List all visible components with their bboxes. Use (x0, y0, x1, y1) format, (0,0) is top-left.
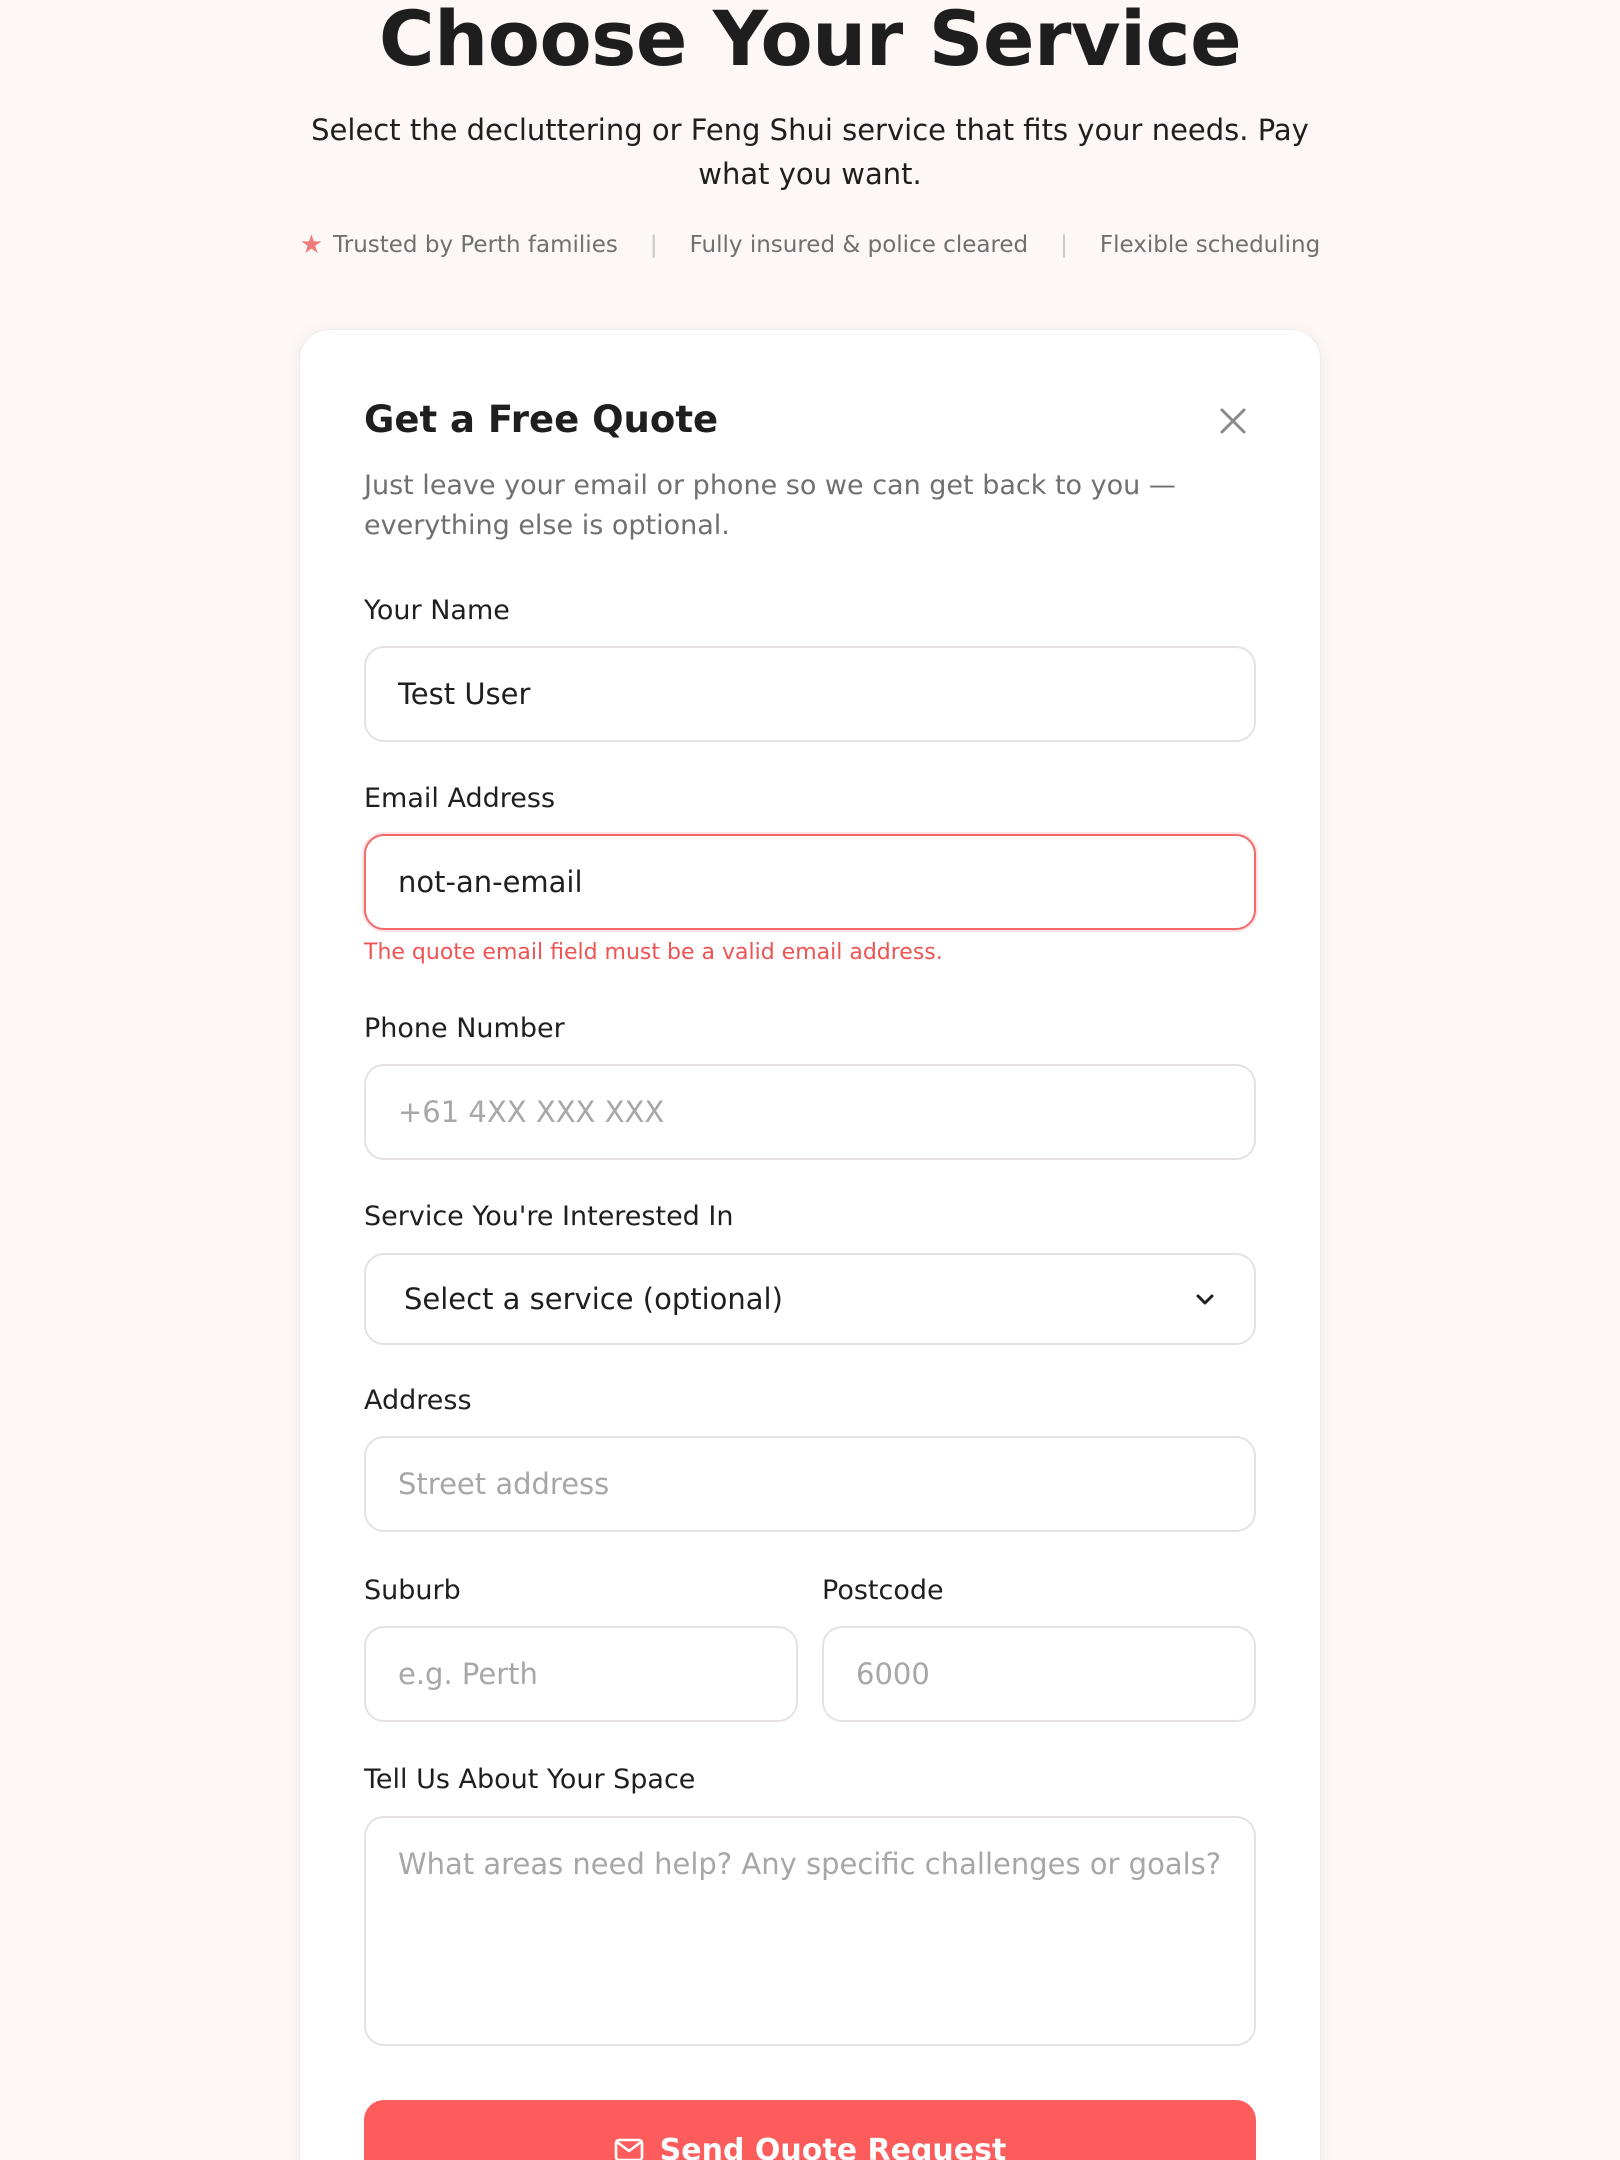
space-textarea[interactable] (364, 1816, 1256, 2046)
page: Choose Your Service Select the declutter… (0, 0, 1620, 2160)
email-input[interactable] (364, 834, 1256, 930)
postcode-input[interactable] (822, 1626, 1256, 1722)
send-quote-label: Send Quote Request (659, 2132, 1007, 2160)
star-icon: ★ (299, 230, 324, 260)
trust-item-insured: Fully insured & police cleared (689, 232, 1029, 258)
name-input[interactable] (364, 646, 1256, 742)
separator: | (1060, 232, 1068, 258)
trust-row: ★ Trusted by Perth families | Fully insu… (0, 230, 1620, 260)
postcode-label: Postcode (822, 1575, 944, 1606)
separator: | (649, 232, 658, 258)
service-select-value: Select a service (optional) (404, 1282, 783, 1316)
page-title: Choose Your Service (378, 0, 1242, 83)
page-subtitle: Select the decluttering or Feng Shui ser… (311, 113, 1309, 191)
space-label: Tell Us About Your Space (364, 1764, 696, 1795)
send-quote-button[interactable]: Send Quote Request (364, 2100, 1256, 2160)
service-select[interactable]: Select a service (optional) (364, 1253, 1256, 1345)
close-icon (1220, 408, 1246, 434)
chevron-down-icon (1196, 1294, 1214, 1305)
quote-form-card: Get a Free Quote Just leave your email o… (299, 329, 1321, 2160)
address-input[interactable] (364, 1436, 1256, 1532)
email-error-message: The quote email field must be a valid em… (364, 940, 943, 965)
suburb-label: Suburb (364, 1575, 461, 1606)
trust-item-families: Trusted by Perth families (333, 232, 618, 258)
email-label: Email Address (364, 783, 556, 814)
phone-label: Phone Number (364, 1013, 565, 1044)
form-description: Just leave your email or phone so we can… (364, 470, 1176, 541)
address-label: Address (364, 1385, 472, 1416)
suburb-input[interactable] (364, 1626, 798, 1722)
service-label: Service You're Interested In (364, 1201, 734, 1232)
trust-item-scheduling: Flexible scheduling (1099, 232, 1321, 258)
name-label: Your Name (364, 595, 510, 626)
form-title: Get a Free Quote (364, 398, 719, 441)
close-button[interactable] (1216, 404, 1250, 438)
phone-input[interactable] (364, 1064, 1256, 1160)
mail-icon (614, 2138, 643, 2160)
